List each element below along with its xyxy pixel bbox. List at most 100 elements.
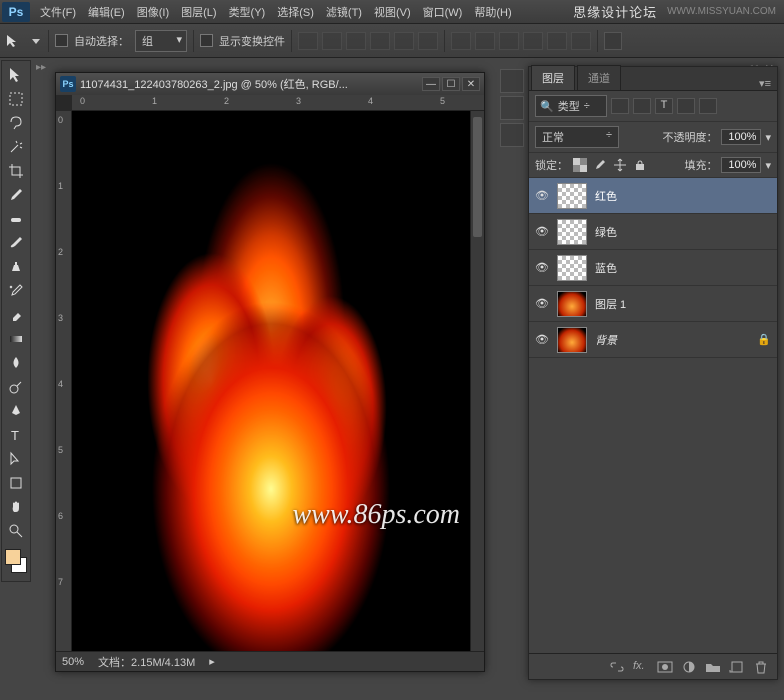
layer-fx-icon[interactable]: fx. — [633, 660, 649, 674]
ruler-vertical[interactable]: 0 1 2 3 4 5 6 7 — [56, 111, 72, 651]
layer-row[interactable]: 👁 背景 🔒 — [529, 322, 777, 358]
collapse-chevron-left[interactable]: ▸▸ — [36, 62, 46, 73]
scrollbar-vertical[interactable] — [470, 111, 484, 651]
menu-image[interactable]: 图像(I) — [131, 4, 175, 20]
filter-kind-dropdown[interactable]: 🔍 类型 ÷ — [535, 95, 607, 117]
shape-tool[interactable] — [3, 471, 29, 495]
lock-position-icon[interactable] — [612, 158, 628, 172]
menu-layer[interactable]: 图层(L) — [175, 4, 222, 20]
new-group-icon[interactable] — [705, 660, 721, 674]
pen-tool[interactable] — [3, 399, 29, 423]
history-brush-tool[interactable] — [3, 279, 29, 303]
layer-thumbnail[interactable] — [557, 255, 587, 281]
minimize-button[interactable]: — — [422, 77, 440, 91]
blur-tool[interactable] — [3, 351, 29, 375]
layer-row[interactable]: 👁 蓝色 — [529, 250, 777, 286]
eyedropper-tool[interactable] — [3, 183, 29, 207]
align-top[interactable] — [298, 32, 318, 50]
filter-pixel-icon[interactable] — [611, 98, 629, 114]
align-left[interactable] — [370, 32, 390, 50]
opacity-flyout-icon[interactable]: ▾ — [765, 131, 771, 144]
filter-adjustment-icon[interactable] — [633, 98, 651, 114]
layer-row[interactable]: 👁 红色 — [529, 178, 777, 214]
lasso-tool[interactable] — [3, 111, 29, 135]
ruler-horizontal[interactable]: 0 1 2 3 4 5 — [72, 95, 484, 111]
move-tool[interactable] — [3, 63, 29, 87]
fill-flyout-icon[interactable]: ▾ — [765, 159, 771, 172]
visibility-toggle[interactable]: 👁 — [535, 333, 549, 346]
zoom-tool[interactable] — [3, 519, 29, 543]
layer-name[interactable]: 蓝色 — [595, 260, 617, 276]
new-layer-icon[interactable] — [729, 660, 745, 674]
mode-3d-button[interactable] — [604, 32, 622, 50]
magic-wand-tool[interactable] — [3, 135, 29, 159]
menu-type[interactable]: 类型(Y) — [223, 4, 272, 20]
healing-brush-tool[interactable] — [3, 207, 29, 231]
marquee-tool[interactable] — [3, 87, 29, 111]
menu-file[interactable]: 文件(F) — [34, 4, 82, 20]
dist-vcenter[interactable] — [475, 32, 495, 50]
layer-thumbnail[interactable] — [557, 291, 587, 317]
visibility-toggle[interactable]: 👁 — [535, 189, 549, 202]
auto-select-checkbox[interactable] — [55, 34, 68, 47]
gradient-tool[interactable] — [3, 327, 29, 351]
menu-help[interactable]: 帮助(H) — [468, 4, 517, 20]
delete-layer-icon[interactable] — [753, 660, 769, 674]
layer-thumbnail[interactable] — [557, 327, 587, 353]
lock-pixels-icon[interactable] — [592, 158, 608, 172]
filter-shape-icon[interactable] — [677, 98, 695, 114]
zoom-level[interactable]: 50% — [62, 656, 84, 668]
crop-tool[interactable] — [3, 159, 29, 183]
eraser-tool[interactable] — [3, 303, 29, 327]
hand-tool[interactable] — [3, 495, 29, 519]
layer-name[interactable]: 红色 — [595, 188, 617, 204]
opacity-field[interactable]: 100% — [721, 129, 761, 145]
dist-top[interactable] — [451, 32, 471, 50]
align-bottom[interactable] — [346, 32, 366, 50]
align-vmiddle[interactable] — [322, 32, 342, 50]
fill-field[interactable]: 100% — [721, 157, 761, 173]
status-flyout-icon[interactable]: ▸ — [209, 655, 215, 668]
layer-name[interactable]: 绿色 — [595, 224, 617, 240]
dist-bottom[interactable] — [499, 32, 519, 50]
menu-select[interactable]: 选择(S) — [271, 4, 320, 20]
link-layers-icon[interactable] — [609, 660, 625, 674]
color-swatches[interactable] — [3, 547, 29, 575]
layer-mask-icon[interactable] — [657, 660, 673, 674]
close-button[interactable]: ✕ — [462, 77, 480, 91]
lock-transparency-icon[interactable] — [572, 158, 588, 172]
tab-layers[interactable]: 图层 — [531, 65, 575, 90]
align-right[interactable] — [418, 32, 438, 50]
menu-window[interactable]: 窗口(W) — [417, 4, 469, 20]
lock-all-icon[interactable] — [632, 158, 648, 172]
layer-thumbnail[interactable] — [557, 219, 587, 245]
foreground-color[interactable] — [5, 549, 21, 565]
tool-preset-dropdown[interactable] — [30, 36, 42, 46]
clone-stamp-tool[interactable] — [3, 255, 29, 279]
layer-name[interactable]: 背景 — [595, 332, 617, 348]
blend-mode-dropdown[interactable]: 正常 ÷ — [535, 126, 619, 148]
visibility-toggle[interactable]: 👁 — [535, 261, 549, 274]
visibility-toggle[interactable]: 👁 — [535, 225, 549, 238]
align-hcenter[interactable] — [394, 32, 414, 50]
layer-row[interactable]: 👁 图层 1 — [529, 286, 777, 322]
filter-smart-icon[interactable] — [699, 98, 717, 114]
path-selection-tool[interactable] — [3, 447, 29, 471]
dist-hcenter[interactable] — [547, 32, 567, 50]
menu-view[interactable]: 视图(V) — [368, 4, 417, 20]
dodge-tool[interactable] — [3, 375, 29, 399]
layer-name[interactable]: 图层 1 — [595, 296, 626, 312]
adjustment-layer-icon[interactable] — [681, 660, 697, 674]
canvas[interactable]: www.86ps.com — [72, 111, 470, 651]
maximize-button[interactable]: ☐ — [442, 77, 460, 91]
menu-edit[interactable]: 编辑(E) — [82, 4, 131, 20]
auto-select-dropdown[interactable]: 组 ▾ — [135, 30, 187, 52]
layer-row[interactable]: 👁 绿色 — [529, 214, 777, 250]
panel-flyout-menu[interactable]: ▾≡ — [753, 77, 777, 90]
document-titlebar[interactable]: Ps 11074431_122403780263_2.jpg @ 50% (红色… — [56, 73, 484, 95]
filter-type-icon[interactable]: T — [655, 98, 673, 114]
dist-left[interactable] — [523, 32, 543, 50]
dist-right[interactable] — [571, 32, 591, 50]
visibility-toggle[interactable]: 👁 — [535, 297, 549, 310]
collapsed-panel-icon[interactable] — [500, 69, 524, 93]
